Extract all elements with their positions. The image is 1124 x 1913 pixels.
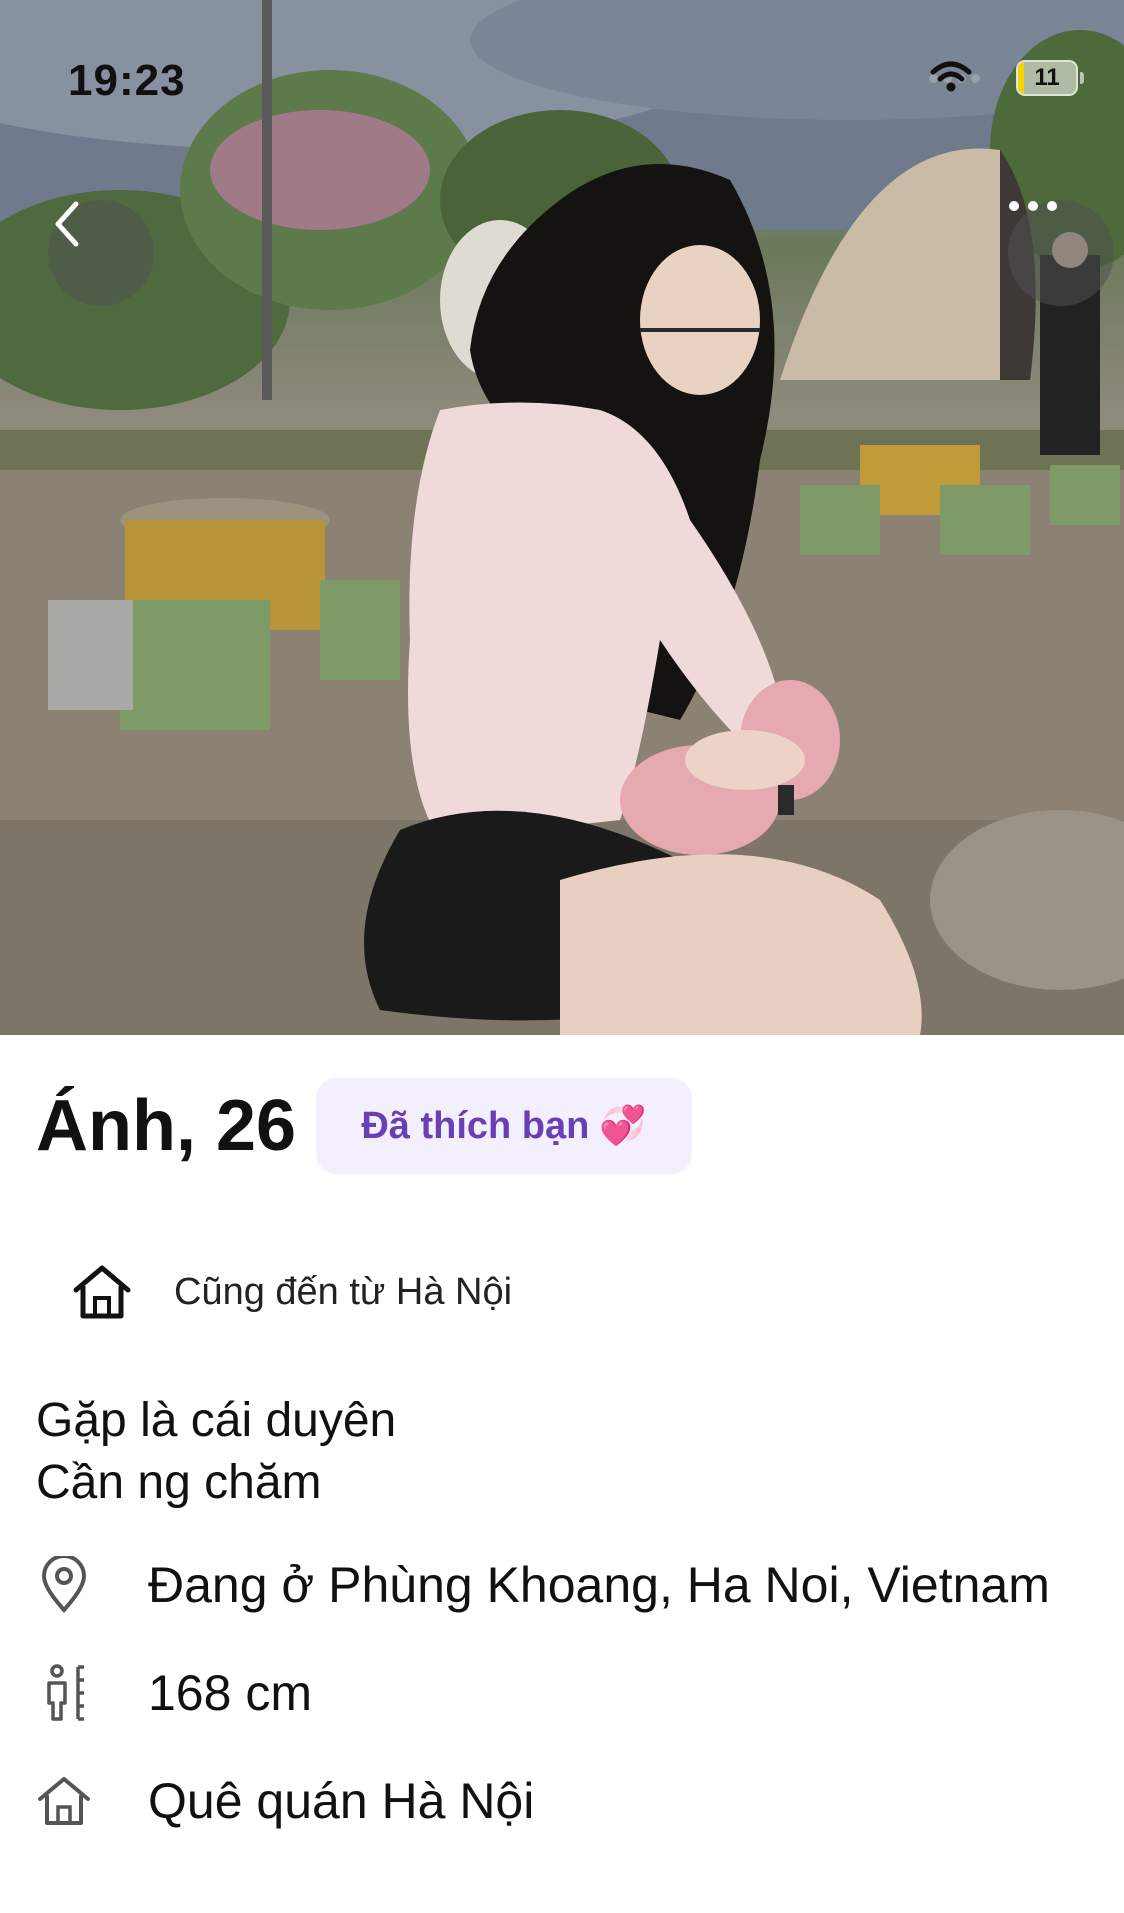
more-button[interactable] [1008, 200, 1114, 306]
battery-icon: 11 [1016, 60, 1078, 96]
hearts-emoji-icon: 💞 [599, 1105, 647, 1147]
home-icon [36, 1771, 92, 1831]
hometown-text: Quê quán Hà Nội [148, 1773, 535, 1829]
shared-hometown-row: Cũng đến từ Hà Nội [70, 1260, 512, 1324]
status-time: 19:23 [68, 56, 186, 105]
location-row: Đang ở Phùng Khoang, Ha Noi, Vietnam [36, 1555, 1050, 1615]
home-icon [70, 1260, 134, 1324]
chevron-left-icon [55, 201, 79, 247]
height-row: 168 cm [36, 1663, 312, 1723]
status-icons: 11 [929, 60, 1084, 96]
more-horizontal-icon [1009, 201, 1057, 211]
bio: Gặp là cái duyên Cần ng chăm [36, 1390, 396, 1514]
battery-fill [1018, 62, 1025, 94]
shared-hometown-text: Cũng đến từ Hà Nội [174, 1270, 513, 1313]
battery-level: 11 [1034, 64, 1060, 91]
profile-photo[interactable]: 19:23 11 [0, 0, 1124, 1035]
height-ruler-icon [36, 1663, 92, 1723]
hometown-row: Quê quán Hà Nội [36, 1771, 534, 1831]
photo-scene [0, 0, 1124, 1035]
bio-line: Gặp là cái duyên [36, 1394, 397, 1447]
back-button[interactable] [48, 200, 154, 306]
battery-tip [1080, 72, 1084, 84]
bio-line: Cần ng chăm [36, 1456, 322, 1509]
location-text: Đang ở Phùng Khoang, Ha Noi, Vietnam [148, 1557, 1050, 1613]
liked-you-badge: Đã thích bạn 💞 [316, 1078, 692, 1174]
location-pin-icon [36, 1555, 92, 1615]
height-text: 168 cm [148, 1665, 312, 1721]
profile-name-age: Ánh, 26 [36, 1086, 297, 1166]
liked-you-label: Đã thích bạn [361, 1104, 590, 1147]
